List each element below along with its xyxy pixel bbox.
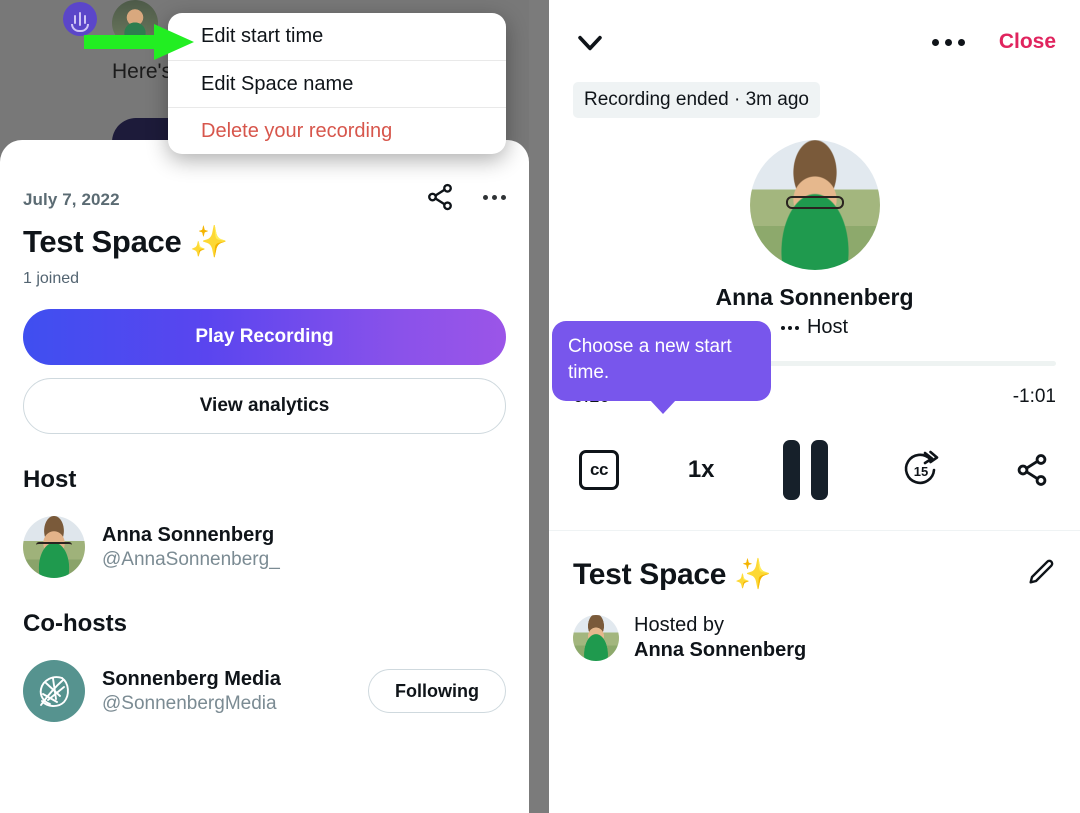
- space-title-text: Test Space: [23, 224, 182, 259]
- hosted-by-row[interactable]: Hosted by Anna Sonnenberg: [573, 614, 1056, 662]
- active-speaker: Anna Sonnenberg Host: [573, 140, 1056, 339]
- sonnenberg-media-logo: [23, 660, 85, 722]
- page-title: Test Space ✨: [23, 223, 506, 260]
- cc-icon: cc: [579, 450, 619, 490]
- cohosts-section-label: Co-hosts: [23, 610, 127, 637]
- speaker-name: Anna Sonnenberg: [715, 284, 914, 310]
- player-controls: cc 1x 15: [549, 438, 1080, 502]
- space-details-title: Test Space ✨: [573, 557, 772, 592]
- more-options-icon[interactable]: [931, 38, 965, 46]
- player-topbar: Close: [573, 22, 1056, 62]
- avatar: [573, 615, 619, 661]
- share-icon[interactable]: [425, 182, 455, 212]
- following-button[interactable]: Following: [368, 669, 506, 713]
- host-handle: @AnnaSonnenberg_: [102, 548, 280, 570]
- pause-button[interactable]: [783, 440, 829, 500]
- remaining-time: -1:01: [1012, 386, 1056, 407]
- view-analytics-button[interactable]: View analytics: [23, 378, 506, 434]
- right-panel: Close Recording ended · 3m ago Anna Sonn…: [549, 0, 1080, 813]
- list-item[interactable]: Sonnenberg Media @SonnenbergMedia Follow…: [23, 660, 506, 722]
- sparkle-icon: ✨: [734, 558, 772, 591]
- forward-15-button[interactable]: 15: [897, 446, 945, 494]
- share-icon[interactable]: [1014, 452, 1050, 488]
- joined-count: 1 joined: [23, 270, 80, 287]
- muted-mic-dots-icon: [780, 325, 799, 330]
- svg-text:15: 15: [914, 464, 928, 479]
- list-item[interactable]: Anna Sonnenberg @AnnaSonnenberg_: [23, 516, 506, 578]
- play-recording-button[interactable]: Play Recording: [23, 309, 506, 365]
- menu-item-edit-space-name[interactable]: Edit Space name: [168, 60, 506, 107]
- speaker-role-label: Host: [806, 316, 849, 338]
- chevron-down-icon[interactable]: [573, 25, 607, 59]
- menu-item-edit-start-time[interactable]: Edit start time: [168, 13, 506, 60]
- panel-divider: [529, 0, 549, 813]
- avatar[interactable]: [749, 140, 880, 270]
- speaker-role: Host: [780, 316, 849, 339]
- tooltip-choose-start-time: Choose a new start time.: [552, 321, 771, 414]
- captions-button[interactable]: cc: [579, 450, 619, 490]
- playback-speed-button[interactable]: 1x: [688, 456, 715, 484]
- left-panel: Here's conver Edit start time Edit Space…: [0, 0, 529, 813]
- sparkle-icon: ✨: [189, 224, 229, 259]
- cohost-handle: @SonnenbergMedia: [102, 692, 277, 714]
- host-section-label: Host: [23, 466, 77, 493]
- menu-item-delete-recording[interactable]: Delete your recording: [168, 107, 506, 154]
- hosted-by-label: Hosted by: [634, 614, 725, 636]
- space-detail-sheet: July 7, 2022 Test Space ✨ 1 joined Play …: [0, 140, 529, 813]
- green-arrow-annotation: [84, 24, 194, 60]
- status-badge: Recording ended · 3m ago: [573, 82, 820, 118]
- host-name: Anna Sonnenberg: [102, 523, 275, 546]
- space-details-title-text: Test Space: [573, 558, 727, 591]
- close-button[interactable]: Close: [999, 30, 1056, 54]
- pencil-edit-icon[interactable]: [1024, 557, 1056, 589]
- context-dropdown-menu[interactable]: Edit start time Edit Space name Delete y…: [168, 13, 506, 154]
- hosted-by-name: Anna Sonnenberg: [634, 639, 807, 661]
- space-date: July 7, 2022: [23, 190, 120, 209]
- cohost-name: Sonnenberg Media: [102, 667, 281, 690]
- avatar: [23, 516, 85, 578]
- more-options-icon[interactable]: [483, 194, 506, 200]
- app-root: Here's conver Edit start time Edit Space…: [0, 0, 1080, 813]
